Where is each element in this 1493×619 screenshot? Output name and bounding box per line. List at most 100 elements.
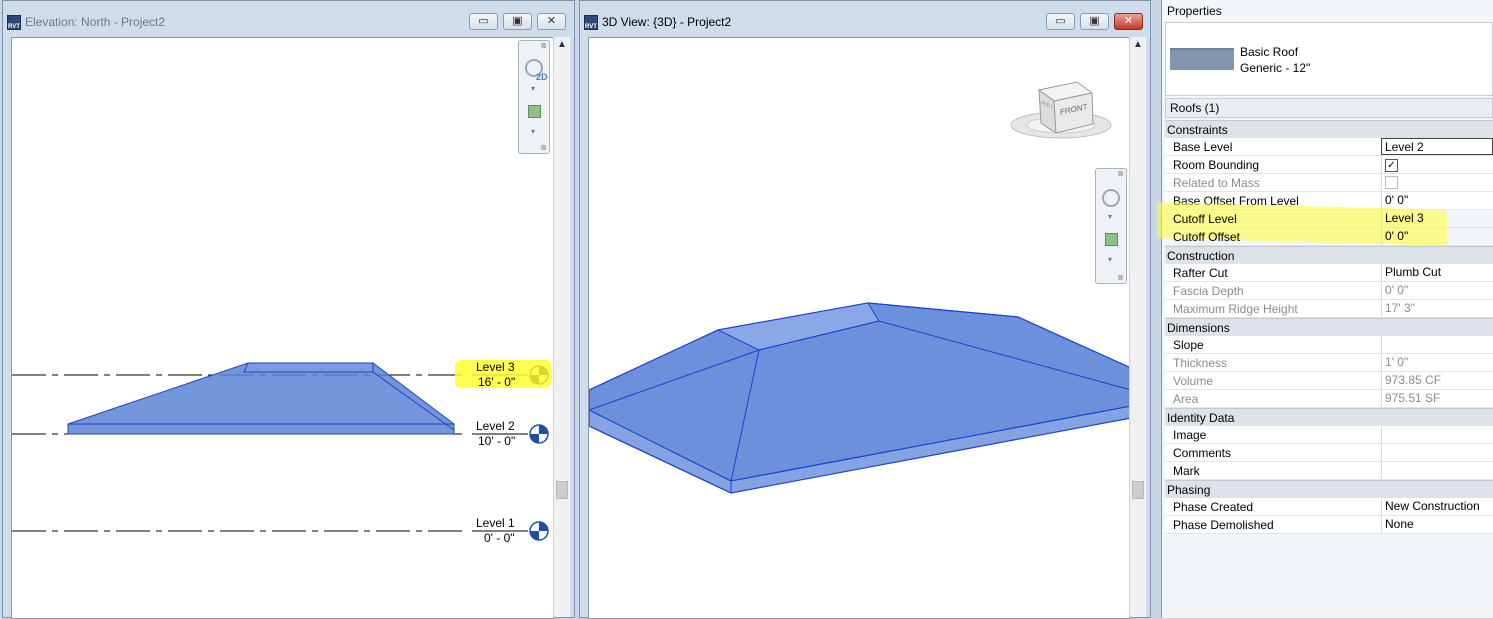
- property-label: Room Bounding: [1173, 158, 1260, 172]
- property-value-field[interactable]: 0' 0": [1381, 192, 1493, 209]
- property-value-field: 0' 0": [1381, 282, 1493, 299]
- property-value-field[interactable]: ✓: [1381, 156, 1493, 173]
- property-label: Base Level: [1173, 140, 1233, 154]
- rvt-app-icon: RVT: [7, 15, 21, 30]
- property-value-field[interactable]: None: [1381, 516, 1493, 533]
- group-constraints[interactable]: Constraints: [1165, 120, 1493, 138]
- level-2-name[interactable]: Level 2: [476, 419, 515, 433]
- property-label: Maximum Ridge Height: [1173, 302, 1298, 316]
- property-label: Rafter Cut: [1173, 266, 1228, 280]
- property-label: Slope: [1173, 338, 1204, 352]
- property-row[interactable]: Rafter Cut Plumb Cut: [1165, 264, 1493, 282]
- property-label: Area: [1173, 392, 1199, 406]
- group-phasing[interactable]: Phasing: [1165, 480, 1493, 498]
- property-label: Related to Mass: [1173, 176, 1260, 190]
- level-1-head-icon: [529, 521, 549, 541]
- property-row[interactable]: Phase Created New Construction: [1165, 498, 1493, 516]
- property-row[interactable]: Phase Demolished None: [1165, 516, 1493, 534]
- property-row[interactable]: Mark: [1165, 462, 1493, 480]
- scroll-up-icon[interactable]: ▲: [1130, 37, 1146, 53]
- 3d-titlebar[interactable]: RVT 3D View: {3D} - Project2 ▭ ▣ ✕: [580, 1, 1150, 37]
- type-name: Generic - 12": [1240, 61, 1311, 75]
- instance-filter[interactable]: Roofs (1): [1165, 98, 1493, 118]
- property-value-field[interactable]: New Construction: [1381, 498, 1493, 515]
- roof-elevation-shape: [67, 362, 455, 435]
- close-button[interactable]: ✕: [537, 13, 566, 30]
- elevation-view-window[interactable]: RVT Elevation: North - Project2 ▭ ▣ ✕ Le…: [2, 0, 575, 619]
- group-dimensions[interactable]: Dimensions: [1165, 318, 1493, 336]
- navigation-bar[interactable]: ⊗ ▾ ▾ ⊗: [1095, 168, 1127, 284]
- scroll-thumb[interactable]: [556, 481, 568, 499]
- property-value-field: 1' 0": [1381, 354, 1493, 371]
- property-row[interactable]: Base Level Level 2: [1165, 138, 1493, 156]
- property-label: Fascia Depth: [1173, 284, 1244, 298]
- property-label: Comments: [1173, 446, 1232, 460]
- minimize-button[interactable]: ▭: [469, 13, 498, 30]
- property-row[interactable]: Room Bounding ✓: [1165, 156, 1493, 174]
- 3d-window-title: 3D View: {3D} - Project2: [602, 15, 732, 29]
- close-navbar-icon[interactable]: ⊗: [540, 143, 547, 152]
- property-label: Mark: [1173, 464, 1200, 478]
- close-navbar-icon[interactable]: ⊗: [1117, 273, 1124, 282]
- 3d-vertical-scrollbar[interactable]: ▲: [1129, 37, 1146, 617]
- property-value-field[interactable]: [1381, 462, 1493, 479]
- nav-2d-label: 2D: [536, 72, 548, 82]
- group-construction[interactable]: Construction: [1165, 246, 1493, 264]
- related-to-mass-checkbox: [1385, 176, 1398, 189]
- chevron-down-icon[interactable]: ▾: [1108, 212, 1112, 221]
- navigation-bar[interactable]: ⊗ 2D ▾ ▾ ⊗: [518, 40, 550, 154]
- property-row[interactable]: Image: [1165, 426, 1493, 444]
- elevation-canvas[interactable]: Level 3 16' - 0" Level 2 10' - 0" Level …: [11, 37, 554, 619]
- close-button[interactable]: ✕: [1114, 13, 1143, 30]
- zoom-region-icon[interactable]: [528, 105, 541, 118]
- 3d-canvas[interactable]: FRONT LEFT ⊗ ▾ ▾ ⊗: [588, 37, 1130, 619]
- 3d-drawing: [589, 81, 1129, 494]
- property-label: Phase Created: [1173, 500, 1254, 514]
- property-value-field[interactable]: Plumb Cut: [1381, 264, 1493, 281]
- level-2-head-icon: [529, 424, 549, 444]
- scroll-thumb[interactable]: [1132, 481, 1144, 499]
- property-label: Image: [1173, 428, 1207, 442]
- property-row[interactable]: Comments: [1165, 444, 1493, 462]
- property-row: Thickness 1' 0": [1165, 354, 1493, 372]
- type-selector[interactable]: Basic Roof Generic - 12": [1165, 22, 1493, 96]
- property-value-field[interactable]: [1381, 444, 1493, 461]
- group-identity-data[interactable]: Identity Data: [1165, 408, 1493, 426]
- elevation-vertical-scrollbar[interactable]: ▲: [553, 37, 570, 617]
- level-1-elevation[interactable]: 0' - 0": [484, 531, 515, 545]
- properties-title: Properties: [1167, 4, 1222, 18]
- property-label: Cutoff Offset: [1173, 230, 1240, 244]
- chevron-down-icon[interactable]: ▾: [531, 84, 535, 93]
- chevron-down-icon[interactable]: ▾: [1108, 255, 1112, 264]
- level-3-name[interactable]: Level 3: [476, 360, 515, 374]
- properties-panel: Properties Basic Roof Generic - 12" Roof…: [1157, 0, 1493, 618]
- property-value-field[interactable]: [1381, 336, 1493, 353]
- property-value-field: 17' 3": [1381, 300, 1493, 317]
- 3d-view-window[interactable]: RVT 3D View: {3D} - Project2 ▭ ▣ ✕ FRONT…: [579, 0, 1151, 619]
- level-1-name[interactable]: Level 1: [476, 516, 515, 530]
- property-row[interactable]: Slope: [1165, 336, 1493, 354]
- restore-button[interactable]: ▣: [1080, 13, 1109, 30]
- room-bounding-checkbox[interactable]: ✓: [1385, 159, 1398, 172]
- level-2-elevation[interactable]: 10' - 0": [478, 434, 515, 448]
- property-value-field[interactable]: Level 3: [1381, 210, 1493, 227]
- close-navbar-icon[interactable]: ⊗: [540, 41, 547, 50]
- property-value-field[interactable]: Level 2: [1381, 138, 1493, 155]
- level-3-elevation[interactable]: 16' - 0": [478, 375, 515, 389]
- restore-button[interactable]: ▣: [503, 13, 532, 30]
- elevation-window-title: Elevation: North - Project2: [25, 15, 166, 29]
- property-row: Volume 973.85 CF: [1165, 372, 1493, 390]
- property-label: Thickness: [1173, 356, 1228, 370]
- minimize-button[interactable]: ▭: [1046, 13, 1075, 30]
- roof-type-preview: [1170, 48, 1234, 70]
- property-value-field[interactable]: 0' 0": [1381, 228, 1493, 245]
- close-navbar-icon[interactable]: ⊗: [1117, 169, 1124, 178]
- scroll-up-icon[interactable]: ▲: [554, 37, 570, 53]
- chevron-down-icon[interactable]: ▾: [531, 127, 535, 136]
- property-value-field[interactable]: [1381, 426, 1493, 443]
- elevation-titlebar[interactable]: RVT Elevation: North - Project2 ▭ ▣ ✕: [3, 1, 574, 37]
- steering-wheel-icon[interactable]: [1102, 189, 1120, 207]
- zoom-region-icon[interactable]: [1105, 233, 1118, 246]
- type-family: Basic Roof: [1240, 45, 1299, 59]
- property-value-field: 975.51 SF: [1381, 390, 1493, 407]
